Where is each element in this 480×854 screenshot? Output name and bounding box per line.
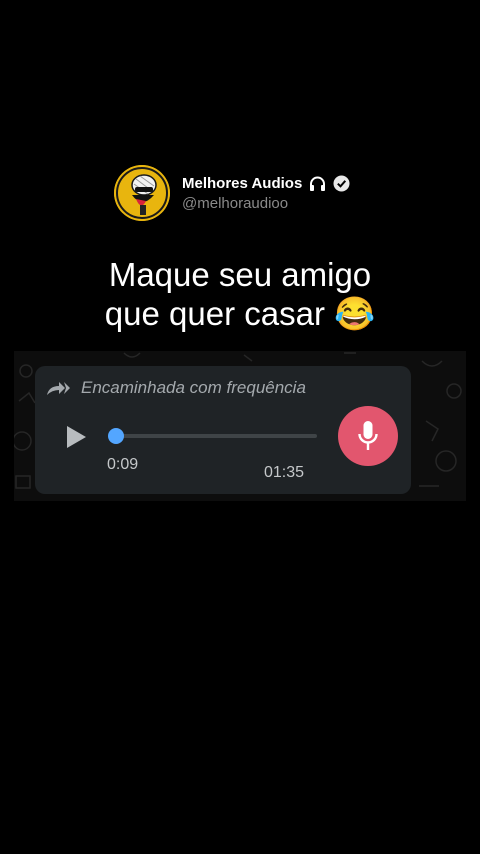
account-handle[interactable]: @melhoraudioo (182, 195, 350, 212)
audio-message-bubble[interactable]: Encaminhada com frequência 0:09 01:35 (35, 366, 411, 494)
double-forward-arrow-icon (47, 382, 70, 395)
total-duration: 01:35 (264, 464, 305, 481)
singing-microphone-mascot-icon (114, 165, 170, 221)
verified-badge-icon (333, 175, 350, 191)
caption-line-1: Maque seu amigo (108, 256, 372, 293)
caption-line-2-text: que quer casar (104, 295, 325, 332)
avatar[interactable] (114, 165, 170, 221)
current-time: 0:09 (107, 456, 139, 473)
headphones-icon (310, 176, 326, 191)
caption-headline: Maque seu amigo que quer casar 😂 (0, 255, 480, 333)
microphone-button[interactable] (338, 406, 398, 466)
profile-header: Melhores Audios @melhoraudioo (114, 165, 350, 221)
account-name[interactable]: Melhores Audios (182, 175, 302, 192)
caption-line-2: que quer casar 😂 (0, 294, 480, 333)
play-button[interactable] (61, 422, 91, 452)
microphone-icon (358, 421, 378, 450)
laughing-emoji-icon: 😂 (334, 295, 376, 332)
play-icon (67, 426, 86, 448)
chat-screenshot: Encaminhada com frequência 0:09 01:35 (14, 351, 466, 501)
forwarded-label: Encaminhada com frequência (81, 378, 306, 397)
audio-progress-track[interactable] (110, 434, 317, 438)
audio-progress-knob[interactable] (108, 428, 125, 444)
